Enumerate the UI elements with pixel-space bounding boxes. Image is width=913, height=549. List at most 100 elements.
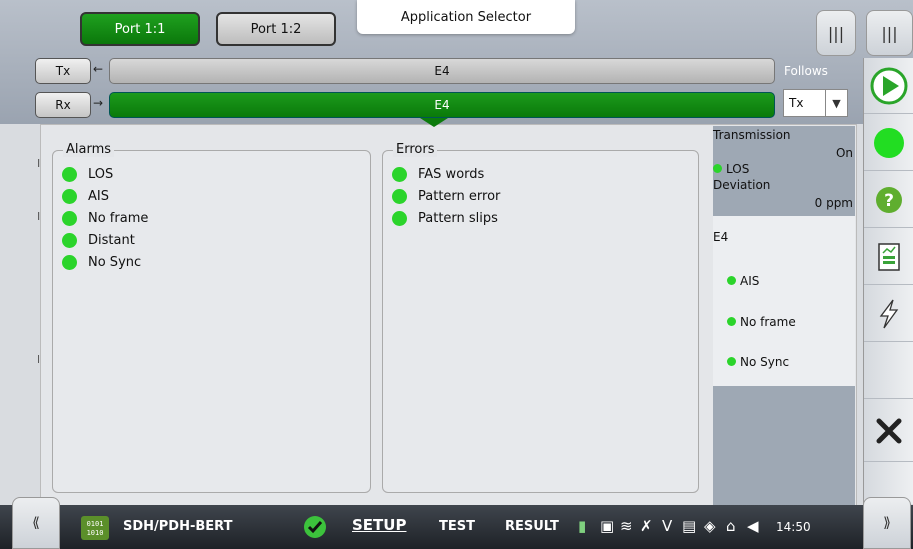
transmission-status: Transmission On LOS Deviation 0 ppm: [713, 126, 855, 216]
alarm-item: LOS: [62, 167, 113, 182]
sidebar-handle-icon[interactable]: |||: [866, 10, 913, 56]
rx-arrow-icon: →: [93, 96, 104, 110]
rx-pointer-icon: [420, 118, 448, 127]
alarm-label: LOS: [88, 167, 114, 182]
terminal-icon: ▤: [682, 517, 697, 535]
right-drawer-handle-icon[interactable]: ⟫: [863, 497, 911, 549]
status-led-icon: [392, 167, 407, 182]
status-led-icon: [62, 167, 77, 182]
report-icon: [878, 242, 900, 271]
hidden-label-edge: I: [37, 157, 41, 170]
tab-test[interactable]: TEST: [439, 519, 475, 534]
svg-text:?: ?: [884, 191, 894, 211]
remote-icon: ◈: [704, 517, 716, 535]
tab-port-1-2[interactable]: Port 1:2: [216, 12, 336, 46]
svg-text:0101: 0101: [87, 520, 104, 528]
deviation-label: Deviation: [713, 178, 771, 192]
errors-group: Errors FAS words Pattern error Pattern s…: [382, 142, 699, 493]
alarms-group: Alarms LOS AIS No frame Distant No Sync: [52, 142, 371, 493]
alarm-item: No Sync: [62, 255, 141, 270]
help-icon: ?: [876, 186, 902, 213]
status-led-icon: [727, 317, 736, 326]
e4-label: E4: [713, 230, 729, 244]
los-label: LOS: [726, 162, 750, 176]
tx-signal-bar[interactable]: E4: [109, 58, 775, 84]
svg-text:1010: 1010: [87, 529, 104, 537]
status-led-icon: [392, 211, 407, 226]
tab-setup[interactable]: SETUP: [352, 516, 406, 534]
status-led-icon: [62, 211, 77, 226]
left-drawer-handle-icon[interactable]: ⟪: [12, 497, 60, 549]
bottom-bar: 0101 1010 SDH/PDH-BERT SETUP TEST RESULT …: [0, 505, 913, 549]
error-label: Pattern error: [418, 189, 501, 204]
e4-item: No Sync: [727, 355, 789, 369]
report-button[interactable]: [864, 229, 913, 285]
speaker-icon: ◀: [747, 517, 759, 535]
start-button[interactable]: [864, 58, 913, 114]
check-icon: [304, 516, 326, 538]
green-led-icon: [874, 127, 904, 158]
e4-item: No frame: [727, 315, 796, 329]
alarm-label: AIS: [88, 189, 109, 204]
close-button[interactable]: [864, 400, 913, 462]
hidden-label-edge: l: [37, 353, 41, 366]
error-label: Pattern slips: [418, 211, 498, 226]
status-led-icon: [727, 357, 736, 366]
error-item: FAS words: [392, 167, 484, 182]
e4-item-label: No frame: [740, 315, 796, 329]
usb-icon: ⌂: [726, 517, 736, 535]
alarm-item: No frame: [62, 211, 148, 226]
hidden-label-edge: I: [37, 210, 41, 223]
follows-value: Tx: [789, 96, 804, 110]
help-button[interactable]: ?: [864, 172, 913, 228]
status-led-icon: [392, 189, 407, 204]
alarm-item: AIS: [62, 189, 109, 204]
alarm-item: Distant: [62, 233, 135, 248]
panel-handle-icon[interactable]: |||: [816, 10, 856, 56]
e4-item-label: No Sync: [740, 355, 790, 369]
alarms-title: Alarms: [63, 142, 115, 157]
play-icon: [870, 67, 908, 104]
follows-label: Follows: [784, 64, 828, 78]
errors-title: Errors: [393, 142, 438, 157]
alarm-label: No frame: [88, 211, 149, 226]
tab-result[interactable]: RESULT: [505, 519, 559, 534]
wifi-icon: ≋: [620, 517, 633, 535]
clock: 14:50: [776, 520, 811, 534]
transmission-label: Transmission: [713, 128, 791, 142]
e4-item-label: AIS: [740, 274, 760, 288]
app-name: SDH/PDH-BERT: [123, 519, 233, 534]
transmission-value: On: [835, 146, 853, 160]
event-button[interactable]: [864, 286, 913, 342]
alarm-label: Distant: [88, 233, 135, 248]
status-led-icon: [713, 164, 722, 173]
alarm-label: No Sync: [88, 255, 142, 270]
status-filler: [713, 386, 855, 507]
los-indicator: LOS: [713, 162, 749, 176]
deviation-value: 0 ppm: [814, 196, 853, 210]
error-item: Pattern error: [392, 189, 500, 204]
status-led-button[interactable]: [864, 115, 913, 171]
power-plug-icon: ▮: [578, 517, 587, 535]
rx-signal-bar[interactable]: E4: [109, 92, 775, 118]
application-selector-button[interactable]: Application Selector: [357, 0, 575, 34]
follows-select[interactable]: Tx ▼: [783, 89, 848, 117]
tx-button[interactable]: Tx: [35, 58, 91, 84]
lightning-icon: [879, 299, 899, 328]
e4-item: AIS: [727, 274, 759, 288]
status-led-icon: [62, 255, 77, 270]
empty-slot: [864, 343, 913, 399]
app-module-icon: 01011010: [81, 516, 109, 540]
network-icon: ▣: [600, 517, 615, 535]
bluetooth-icon: ✗: [640, 517, 653, 535]
tab-port-1-1[interactable]: Port 1:1: [80, 12, 200, 46]
error-label: FAS words: [418, 167, 485, 182]
status-led-icon: [727, 276, 736, 285]
status-led-icon: [62, 233, 77, 248]
close-icon: [876, 418, 902, 443]
tx-arrow-icon: ←: [93, 62, 104, 76]
rx-button[interactable]: Rx: [35, 92, 91, 118]
chevron-down-icon[interactable]: ▼: [825, 90, 847, 116]
status-led-icon: [62, 189, 77, 204]
e4-status: E4 AIS No frame No Sync: [713, 216, 855, 386]
